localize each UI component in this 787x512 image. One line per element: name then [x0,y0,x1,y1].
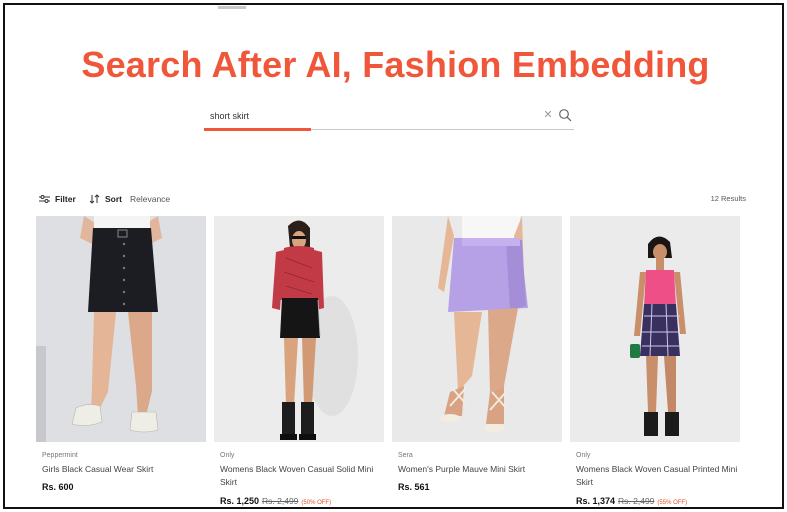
search-bar: ✕ [204,102,574,131]
product-price: Rs. 561 [398,482,430,492]
results-toolbar: Filter Sort Relevance 12 Results [39,191,749,207]
search-icon[interactable] [558,108,572,122]
product-card[interactable]: Only Womens Black Woven Casual Printed M… [570,216,740,507]
page-frame: Search After AI, Fashion Embedding ✕ Fil… [3,3,784,509]
product-card[interactable]: Only Womens Black Woven Casual Solid Min… [214,216,384,507]
close-icon[interactable]: ✕ [542,109,554,121]
product-card[interactable]: Peppermint Girls Black Casual Wear Skirt… [36,216,206,507]
product-price: Rs. 600 [42,482,74,492]
product-name[interactable]: Womens Black Woven Casual Printed Mini S… [576,463,738,489]
product-brand: Only [220,452,235,459]
search-focus-underline [204,128,311,131]
filter-button[interactable]: Filter [39,191,76,207]
filter-icon [39,195,50,203]
product-brand: Peppermint [42,452,78,459]
sort-button[interactable]: Sort Relevance [89,191,170,207]
product-brand: Only [576,452,591,459]
cropped-header-fragment [218,6,246,9]
search-input[interactable] [210,108,530,124]
sort-value: Relevance [130,194,171,204]
page-headline: Search After AI, Fashion Embedding [81,44,710,85]
filter-label: Filter [55,194,76,204]
product-image[interactable] [392,216,562,442]
product-name[interactable]: Girls Black Casual Wear Skirt [42,463,204,476]
product-image[interactable] [214,216,384,442]
product-price: Rs. 1,250 Rs. 2,499 (50% OFF) [220,496,331,506]
sort-label: Sort [105,194,122,204]
results-count: 12 Results [710,194,746,203]
price-value: Rs. 1,374 [576,496,616,506]
price-value: Rs. 600 [42,482,74,492]
discount-badge: (55% OFF) [657,500,688,506]
discount-badge: (50% OFF) [301,500,332,506]
product-card[interactable]: Sera Women's Purple Mauve Mini Skirt Rs.… [392,216,562,507]
product-name[interactable]: Womens Black Woven Casual Solid Mini Ski… [220,463,382,489]
price-value: Rs. 1,250 [220,496,260,506]
product-name[interactable]: Women's Purple Mauve Mini Skirt [398,463,560,476]
product-brand: Sera [398,452,413,459]
product-image[interactable] [36,216,206,442]
product-image[interactable] [570,216,740,442]
price-value: Rs. 561 [398,482,430,492]
price-mrp: Rs. 2,499 [618,496,655,506]
price-mrp: Rs. 2,499 [262,496,299,506]
product-price: Rs. 1,374 Rs. 2,499 (55% OFF) [576,496,687,506]
sort-arrows-icon [89,194,100,204]
